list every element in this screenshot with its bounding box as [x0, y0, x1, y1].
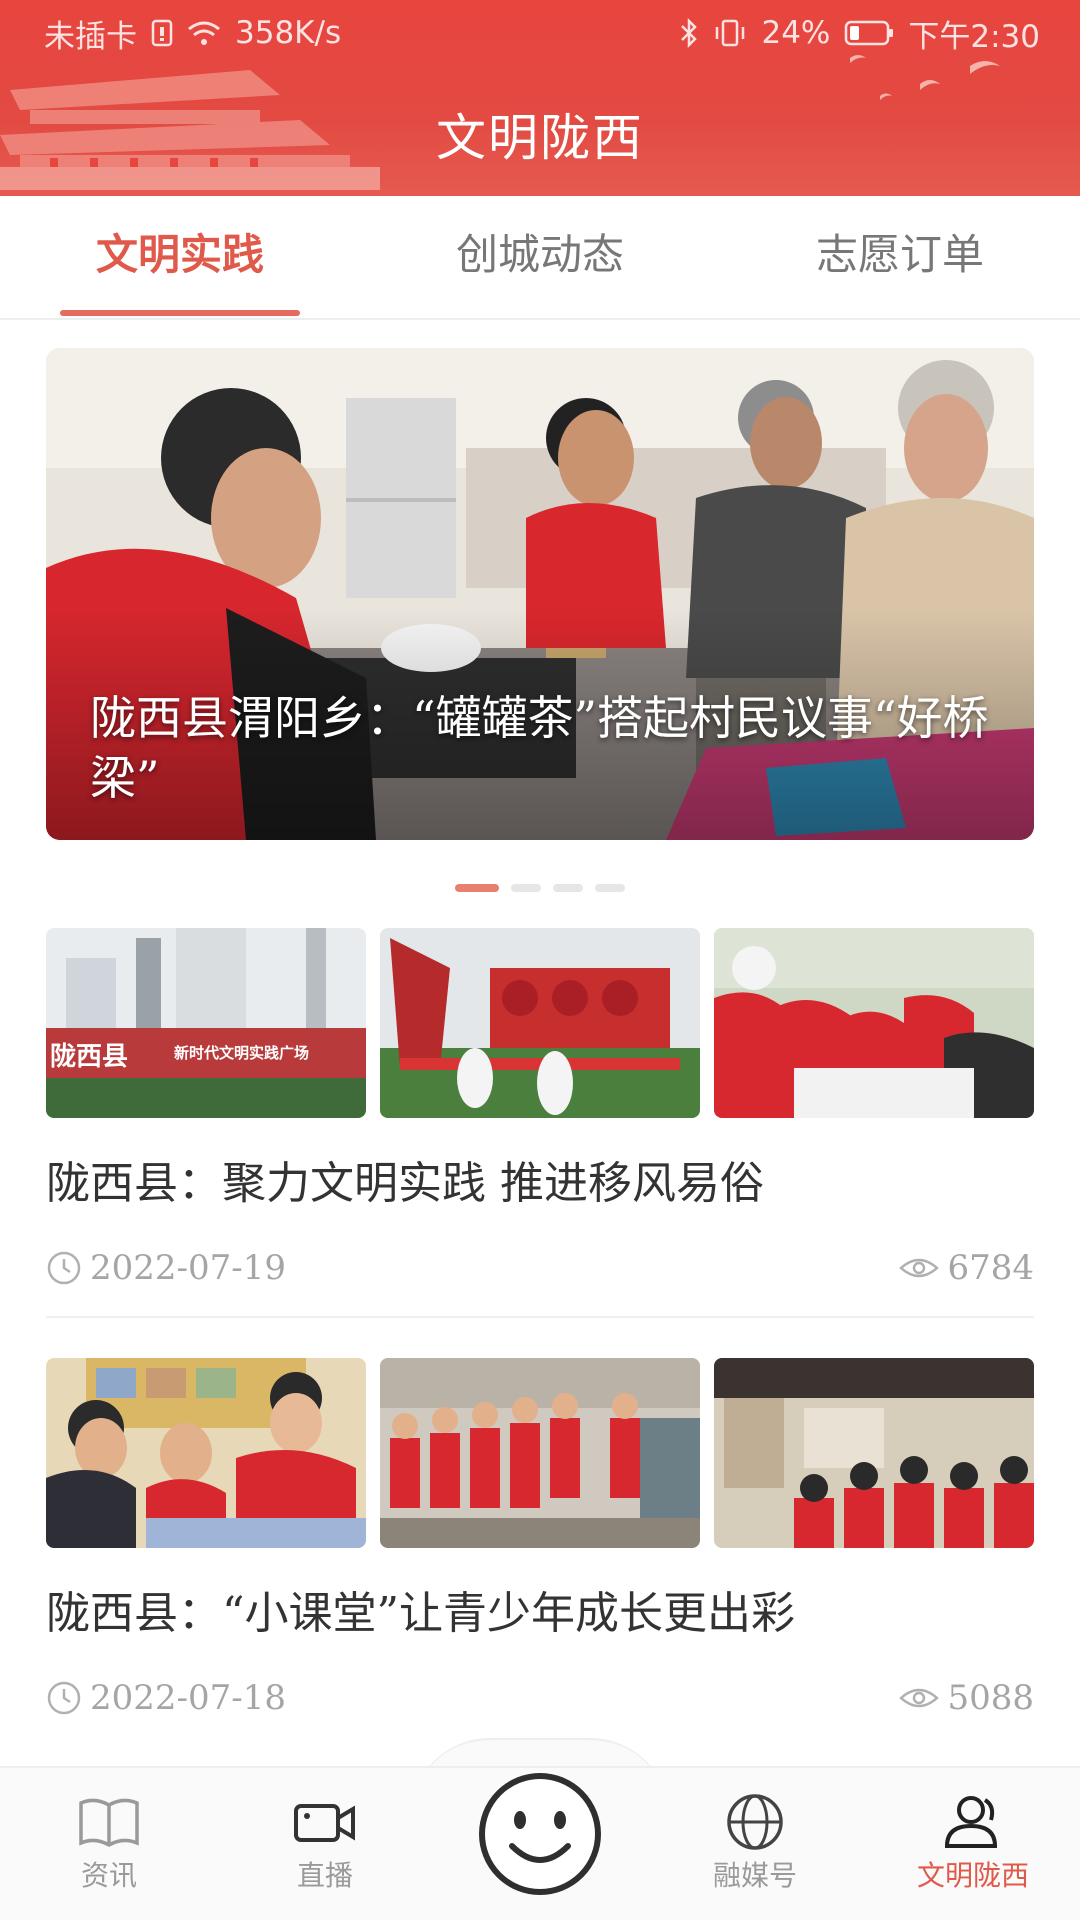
- network-speed: 358K/s: [235, 15, 342, 51]
- carousel-indicator: [0, 884, 1080, 892]
- news-item[interactable]: 陇西县：“小课堂”让青少年成长更出彩 2022-07-18 5088: [46, 1358, 1034, 1718]
- status-bar: 未插卡 358K/s 24% 下午2:30: [0, 0, 1080, 66]
- user-icon: [944, 1796, 998, 1848]
- globe-icon: [727, 1794, 783, 1850]
- news-date: 2022-07-18: [90, 1678, 287, 1718]
- app-header: 未插卡 358K/s 24% 下午2:30 文明陇西: [0, 0, 1080, 196]
- news-thumbnail: [380, 928, 700, 1118]
- clock-icon: [47, 1681, 81, 1715]
- tab-volunteer-orders[interactable]: 志愿订单: [720, 196, 1080, 318]
- news-thumbnail: 陇西县 新时代文明实践广场: [46, 928, 366, 1118]
- carousel-dot: [553, 884, 583, 892]
- battery-percent: 24%: [761, 15, 831, 51]
- nav-item-label: 直播: [296, 1859, 353, 1892]
- news-meta: 2022-07-18 5088: [46, 1678, 1034, 1718]
- news-date: 2022-07-19: [90, 1248, 287, 1288]
- smiley-icon[interactable]: [476, 1770, 604, 1898]
- eye-icon: [899, 1688, 940, 1708]
- tab-civilization-practice[interactable]: 文明实践: [0, 196, 360, 318]
- wifi-icon: [188, 21, 220, 45]
- news-thumbnail: [714, 928, 1034, 1118]
- clock-icon: [47, 1251, 81, 1285]
- vibrate-icon: [716, 19, 745, 47]
- carousel-dot: [455, 884, 499, 892]
- banner-caption[interactable]: 陇西县渭阳乡：“罐罐茶”搭起村民议事“好桥梁”: [90, 688, 1010, 808]
- page-title: 文明陇西: [436, 109, 644, 167]
- nav-item-live[interactable]: 直播: [250, 1790, 400, 1894]
- tab-city-creation-news[interactable]: 创城动态: [360, 196, 720, 318]
- sim-icon: [151, 19, 173, 47]
- tab-bar: 文明实践 创城动态 志愿订单: [0, 196, 1080, 320]
- thumb-sign-text: 陇西县: [50, 1042, 129, 1072]
- news-thumbnail: [714, 1358, 1034, 1548]
- news-thumbnail: [380, 1358, 700, 1548]
- nav-item-label: 文明陇西: [916, 1859, 1029, 1892]
- carousel-dot: [511, 884, 541, 892]
- nav-item-media[interactable]: 融媒号: [680, 1790, 830, 1894]
- news-title[interactable]: 陇西县：“小课堂”让青少年成长更出彩: [46, 1586, 1034, 1642]
- news-thumbnails: 陇西县 新时代文明实践广场: [46, 928, 1034, 1118]
- carousel-dot: [595, 884, 625, 892]
- nav-item-label: 融媒号: [712, 1859, 797, 1892]
- banner-carousel[interactable]: 陇西县渭阳乡：“罐罐茶”搭起村民议事“好桥梁”: [46, 348, 1034, 840]
- news-views: 5088: [947, 1678, 1034, 1718]
- bluetooth-icon: [681, 18, 698, 48]
- thumb-sign-text: 新时代文明实践广场: [174, 1044, 310, 1062]
- book-icon: [79, 1798, 139, 1848]
- news-title[interactable]: 陇西县：聚力文明实践 推进移风易俗: [46, 1156, 1034, 1212]
- video-camera-icon: [294, 1804, 355, 1842]
- battery-icon: [845, 20, 894, 46]
- carrier-text: 未插卡: [44, 18, 137, 55]
- eye-icon: [899, 1258, 940, 1278]
- nav-item-wenming-longxi[interactable]: 文明陇西: [898, 1790, 1048, 1894]
- nav-item-label: 资讯: [80, 1859, 137, 1892]
- clock: 下午2:30: [908, 18, 1040, 55]
- news-item[interactable]: 陇西县 新时代文明实践广场 陇西县：聚力文明实践 推进移风易俗 2022-07-…: [46, 928, 1034, 1318]
- nav-item-news[interactable]: 资讯: [34, 1790, 184, 1894]
- news-thumbnails: [46, 1358, 1034, 1548]
- news-thumbnail: [46, 1358, 366, 1548]
- news-meta: 2022-07-19 6784: [46, 1248, 1034, 1288]
- news-views: 6784: [947, 1248, 1034, 1288]
- divider: [46, 1316, 1034, 1318]
